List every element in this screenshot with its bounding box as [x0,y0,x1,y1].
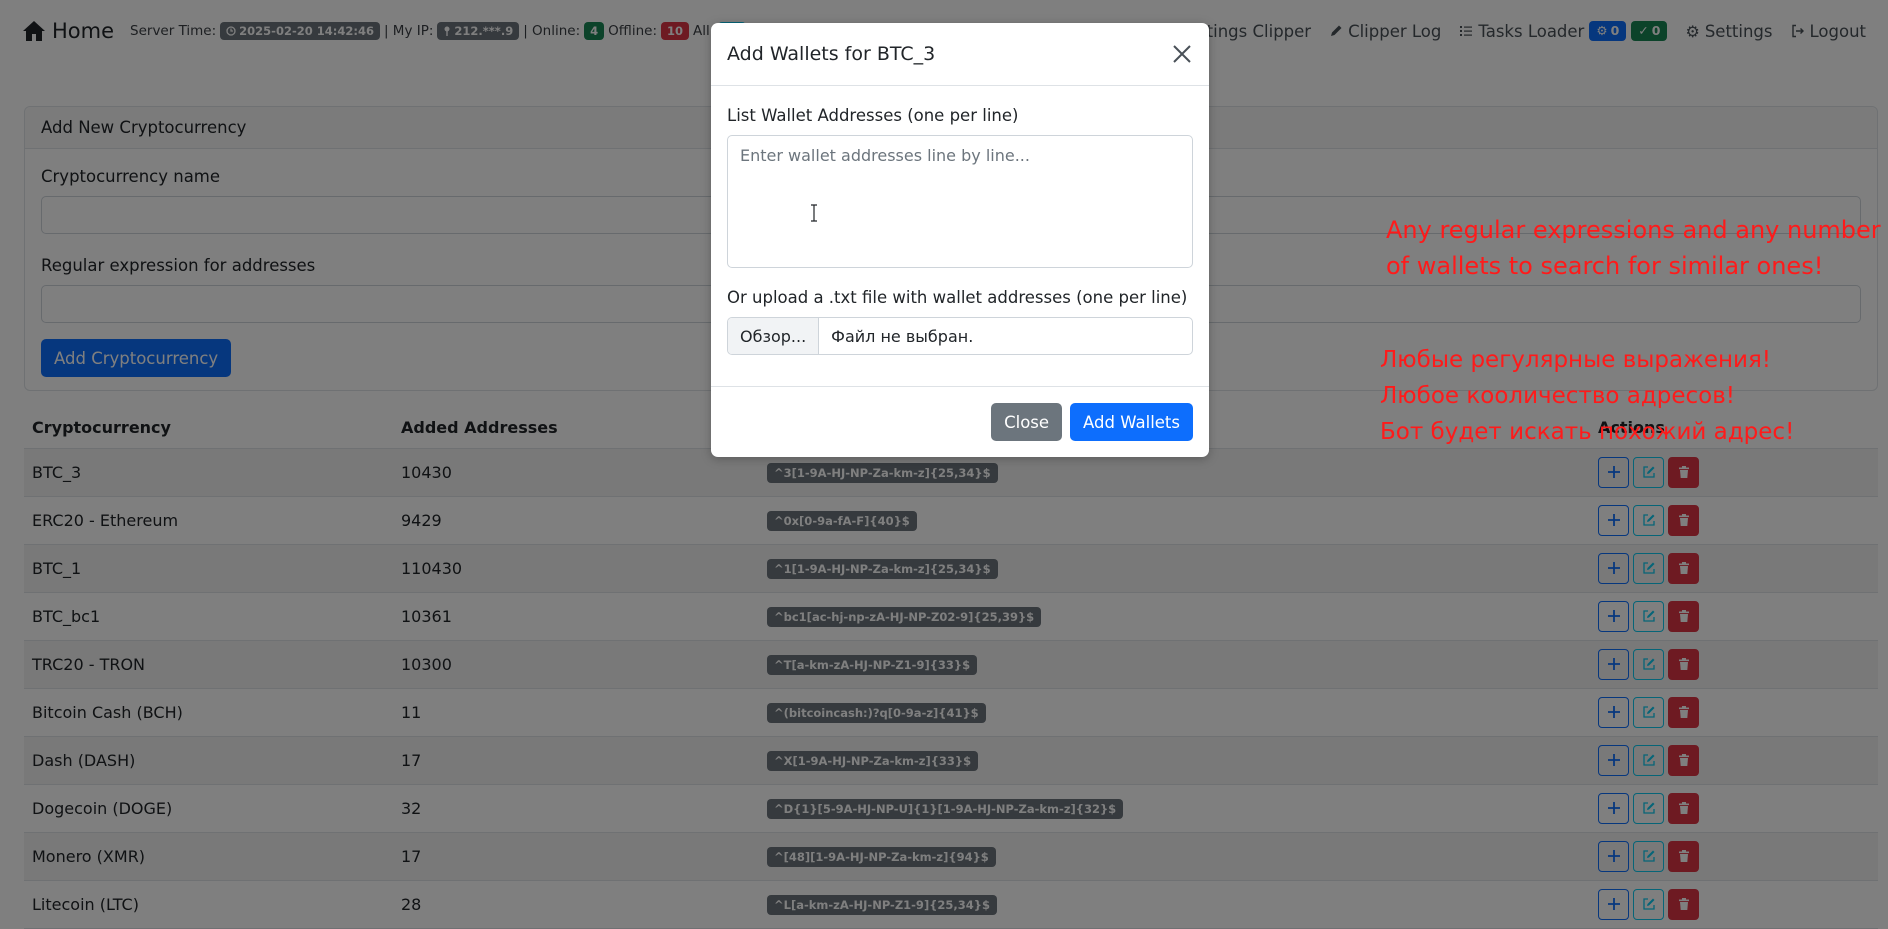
annotation-en-line2: of wallets to search for similar ones! [1386,252,1824,280]
upload-label: Or upload a .txt file with wallet addres… [727,288,1188,307]
close-button[interactable]: Close [991,403,1063,441]
wallet-list-label: List Wallet Addresses (one per line) [727,106,1019,125]
wallet-addresses-textarea[interactable] [727,135,1193,268]
annotation-ru-line3: Бот будет искать похожий адрес! [1380,419,1795,445]
annotation-english: Any regular expressions and any number o… [1386,212,1881,284]
modal-footer: Close Add Wallets [711,386,1209,457]
file-name-text: Файл не выбран. [831,326,974,346]
annotation-ru-line1: Любые регулярные выражения! [1380,347,1772,373]
annotation-en-line1: Any regular expressions and any number [1386,216,1881,244]
annotation-ru-line2: Любое кооличество адресов! [1380,383,1736,409]
text-cursor-icon [811,204,817,222]
add-wallets-modal: Add Wallets for BTC_3 List Wallet Addres… [711,23,1209,457]
browse-button[interactable]: Обзор... [728,318,820,354]
file-upload-input[interactable]: Обзор... Файл не выбран. [727,317,1193,355]
modal-title: Add Wallets for BTC_3 [727,43,936,65]
close-icon[interactable] [1171,43,1193,65]
modal-header: Add Wallets for BTC_3 [711,23,1209,86]
add-wallets-button[interactable]: Add Wallets [1070,403,1193,441]
annotation-russian: Любые регулярные выражения! Любое коолич… [1380,342,1794,450]
